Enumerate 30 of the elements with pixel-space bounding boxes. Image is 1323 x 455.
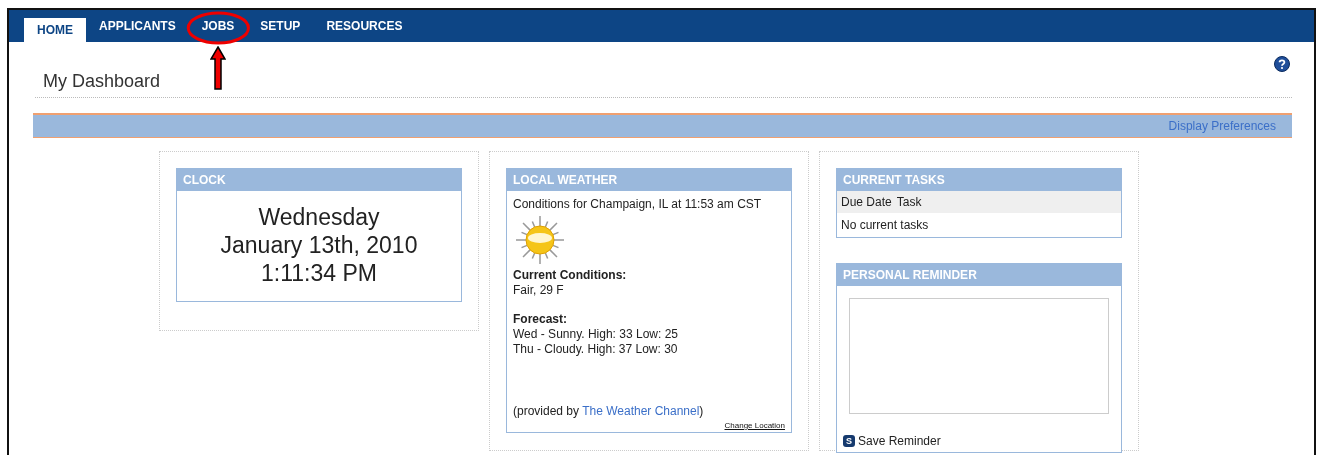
widget-title: CLOCK [177,169,461,191]
save-icon: S [843,435,855,447]
nav-tab[interactable]: SETUP [247,14,314,38]
empty-message: No current tasks [840,217,930,234]
forecast-line: Wed - Sunny. High: 33 Low: 25 [513,327,679,342]
forecast-line: Thu - Cloudy. High: 37 Low: 30 [513,342,679,357]
callout-arrow [210,46,226,90]
change-location-link[interactable]: Change Location [724,421,785,430]
widget-title: CURRENT TASKS [837,169,1121,191]
current-conditions-label: Current Conditions: [513,268,628,283]
widget-title: PERSONAL REMINDER [837,264,1121,286]
clock-day: Wednesday [258,203,380,231]
current-conditions: Fair, 29 F [513,283,565,298]
page-title: My Dashboard [43,70,161,92]
nav-tab[interactable]: RESOURCES [313,14,416,38]
reminder-field[interactable] [849,298,1109,414]
help-icon[interactable] [1274,55,1290,72]
provider-link[interactable]: The Weather Channel [582,404,700,418]
clock-date: January 13th, 2010 [220,231,418,259]
forecast-label: Forecast: [513,312,569,327]
nav-tab[interactable]: HOME [24,18,86,42]
clock-time: 1:11:34 PM [261,259,377,287]
weather-credit: (provided by The Weather Channel) [513,404,705,419]
column-header: Task [896,195,922,209]
save-reminder-button[interactable]: S Save Reminder [837,434,947,452]
nav-tab[interactable]: APPLICANTS [86,14,189,38]
weather-location: Conditions for Champaign, IL at 11:53 am CST [513,197,763,212]
widget-title: LOCAL WEATHER [507,169,791,191]
column-header: Due Date [841,195,892,209]
sun-icon [515,216,565,264]
